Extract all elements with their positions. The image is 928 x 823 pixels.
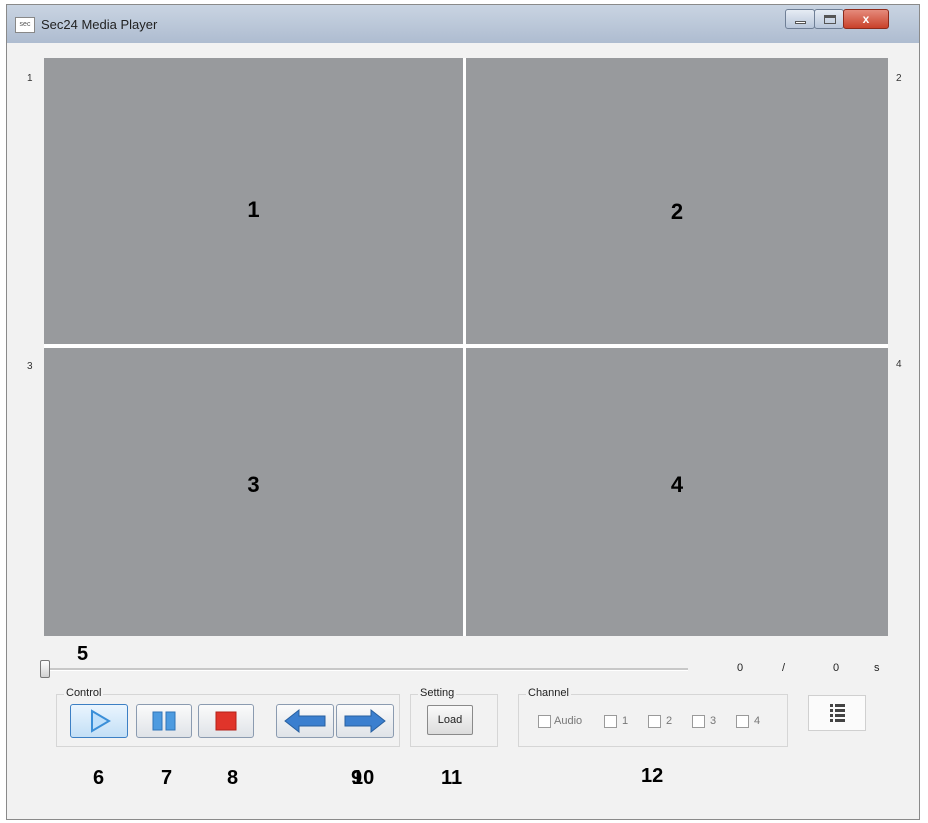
video-pane-2[interactable]: 2 bbox=[466, 58, 888, 344]
annotation-10: 10 bbox=[352, 767, 375, 789]
next-button[interactable] bbox=[336, 704, 394, 738]
stop-icon bbox=[215, 711, 237, 731]
close-button[interactable]: x bbox=[843, 9, 889, 29]
list-icon bbox=[830, 704, 845, 722]
app-icon: sec bbox=[15, 17, 35, 33]
time-total: 0 bbox=[833, 662, 840, 674]
minimize-button[interactable] bbox=[785, 9, 815, 29]
video-pane-label: 3 bbox=[247, 472, 260, 497]
minimize-icon bbox=[795, 21, 806, 24]
arrow-left-icon bbox=[284, 708, 326, 734]
app-window: sec Sec24 Media Player x 1 2 3 4 1 2 3 4… bbox=[6, 4, 920, 820]
corner-number-4: 4 bbox=[896, 359, 902, 370]
channel-4-checkbox[interactable] bbox=[736, 715, 749, 728]
playlist-button[interactable] bbox=[808, 695, 866, 731]
audio-checkbox[interactable] bbox=[538, 715, 551, 728]
channel-3-checkbox[interactable] bbox=[692, 715, 705, 728]
annotation-6: 6 bbox=[93, 767, 105, 789]
video-pane-1[interactable]: 1 bbox=[44, 58, 463, 344]
time-unit: s bbox=[874, 662, 880, 674]
corner-number-2: 2 bbox=[896, 73, 902, 84]
annotation-8: 8 bbox=[227, 767, 239, 789]
time-separator: / bbox=[782, 662, 786, 674]
title-bar[interactable]: sec Sec24 Media Player x bbox=[7, 5, 919, 43]
arrow-right-icon bbox=[344, 708, 386, 734]
channel-4-checkbox-label: 4 bbox=[754, 715, 761, 727]
seek-thumb[interactable] bbox=[40, 660, 50, 678]
play-button[interactable] bbox=[70, 704, 128, 738]
maximize-icon bbox=[824, 15, 836, 24]
main-content: 1 2 3 4 1 2 3 4 0 / 0 s Control Setting … bbox=[8, 43, 918, 818]
channel-3-checkbox-label: 3 bbox=[710, 715, 717, 727]
time-current: 0 bbox=[737, 662, 744, 674]
channel-2-checkbox-label: 2 bbox=[666, 715, 673, 727]
audio-checkbox-label: Audio bbox=[554, 715, 583, 727]
close-icon: x bbox=[862, 12, 870, 26]
pause-button[interactable] bbox=[136, 704, 192, 738]
corner-number-3: 3 bbox=[27, 361, 33, 372]
stop-button[interactable] bbox=[198, 704, 254, 738]
video-pane-4[interactable]: 4 bbox=[466, 348, 888, 636]
load-button[interactable]: Load bbox=[427, 705, 473, 735]
play-icon bbox=[91, 709, 111, 733]
seek-track[interactable] bbox=[40, 668, 688, 671]
annotation-11: 11 bbox=[441, 767, 463, 789]
video-pane-3[interactable]: 3 bbox=[44, 348, 463, 636]
annotation-12: 12 bbox=[641, 765, 664, 787]
previous-button[interactable] bbox=[276, 704, 334, 738]
video-pane-label: 2 bbox=[670, 199, 684, 224]
maximize-button[interactable] bbox=[814, 9, 844, 29]
window-title: Sec24 Media Player bbox=[41, 17, 158, 32]
annotation-5: 5 bbox=[77, 643, 89, 665]
channel-1-checkbox-label: 1 bbox=[622, 715, 629, 727]
channel-2-checkbox[interactable] bbox=[648, 715, 661, 728]
video-pane-label: 1 bbox=[247, 197, 260, 222]
channel-1-checkbox[interactable] bbox=[604, 715, 617, 728]
video-grid: 1 2 3 4 bbox=[44, 58, 888, 636]
channel-group-title: Channel bbox=[526, 687, 571, 699]
pause-icon bbox=[152, 711, 176, 731]
annotation-7: 7 bbox=[161, 767, 173, 789]
video-pane-label: 4 bbox=[670, 472, 684, 497]
control-group-title: Control bbox=[64, 687, 104, 699]
setting-group-title: Setting bbox=[418, 687, 457, 699]
corner-number-1: 1 bbox=[27, 73, 33, 84]
